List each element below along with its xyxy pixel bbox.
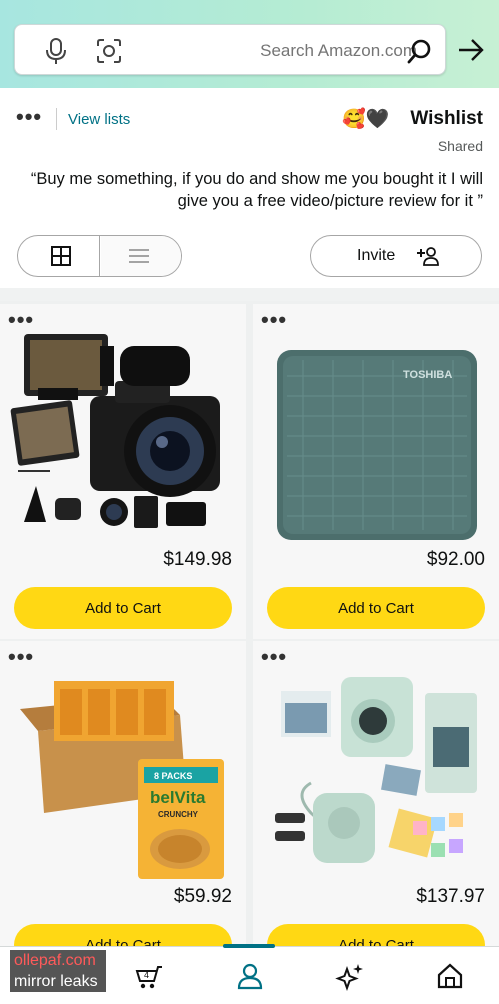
add-to-cart-button[interactable]: Add to Cart [267, 587, 485, 629]
search-icon[interactable] [407, 38, 433, 64]
list-view-icon [129, 249, 149, 263]
sparkle-icon[interactable] [335, 961, 365, 991]
add-person-icon [417, 247, 439, 266]
product-image-hard-drive[interactable]: TOSHIBA [263, 326, 489, 546]
product-image-instant-camera[interactable] [263, 663, 489, 883]
invite-label: Invite [357, 247, 396, 264]
home-icon[interactable] [435, 961, 465, 991]
invite-button[interactable]: Invite [310, 235, 482, 277]
product-price: $59.92 [173, 886, 232, 907]
search-input[interactable] [135, 38, 417, 64]
camera-scan-icon[interactable] [95, 37, 123, 65]
section-divider [0, 288, 499, 301]
product-card[interactable]: ••• $137.97 Add to Cart [253, 641, 499, 976]
watermark-line-2: mirror leaks [14, 973, 98, 990]
view-lists-link[interactable]: View lists [68, 111, 130, 128]
svg-text:4: 4 [144, 970, 149, 980]
brand-text: TOSHIBA [403, 369, 452, 381]
grid-view-icon [51, 246, 71, 266]
search-bar[interactable] [14, 24, 446, 75]
microphone-icon[interactable] [43, 37, 69, 65]
watermark: ollepaf.com mirror leaks [8, 948, 108, 994]
product-card[interactable]: ••• TOSHIBA $92.00 Add to Cart [253, 304, 499, 639]
account-icon[interactable] [235, 961, 265, 991]
grid-view-button[interactable] [18, 236, 100, 276]
product-price: $137.97 [416, 886, 485, 907]
pack-text: 8 PACKS [154, 771, 192, 781]
add-to-cart-button[interactable]: Add to Cart [14, 587, 232, 629]
product-card[interactable]: ••• $149.98 Add to Cart [0, 304, 246, 639]
active-tab-indicator [223, 944, 275, 948]
flavor-text: CRUNCHY [158, 810, 199, 819]
watermark-line-1: ollepaf.com [14, 952, 96, 969]
list-view-button[interactable] [101, 236, 181, 276]
product-image-biscuits[interactable]: 8 PACKS belVita CRUNCHY [10, 663, 236, 883]
visibility-label: Shared [437, 138, 483, 154]
view-toggle [17, 235, 182, 277]
product-image-camera-kit[interactable] [10, 326, 236, 546]
product-price: $92.00 [426, 549, 485, 570]
wishlist-emoji: 🥰🖤 [342, 109, 390, 130]
wishlist-description: “Buy me something, if you do and show me… [30, 170, 483, 210]
divider [56, 108, 57, 130]
product-card[interactable]: ••• 8 PACKS belVita CRUNCHY $59.92 Add t… [0, 641, 246, 976]
wishlist-title: Wishlist [410, 108, 483, 129]
app-header [0, 0, 499, 88]
cart-icon[interactable]: 4 [134, 961, 164, 991]
box-brand-text: belVita [150, 788, 206, 807]
back-arrow-icon[interactable] [457, 38, 485, 62]
wishlist-menu-button[interactable]: ••• [16, 104, 42, 130]
product-price: $149.98 [163, 549, 232, 570]
